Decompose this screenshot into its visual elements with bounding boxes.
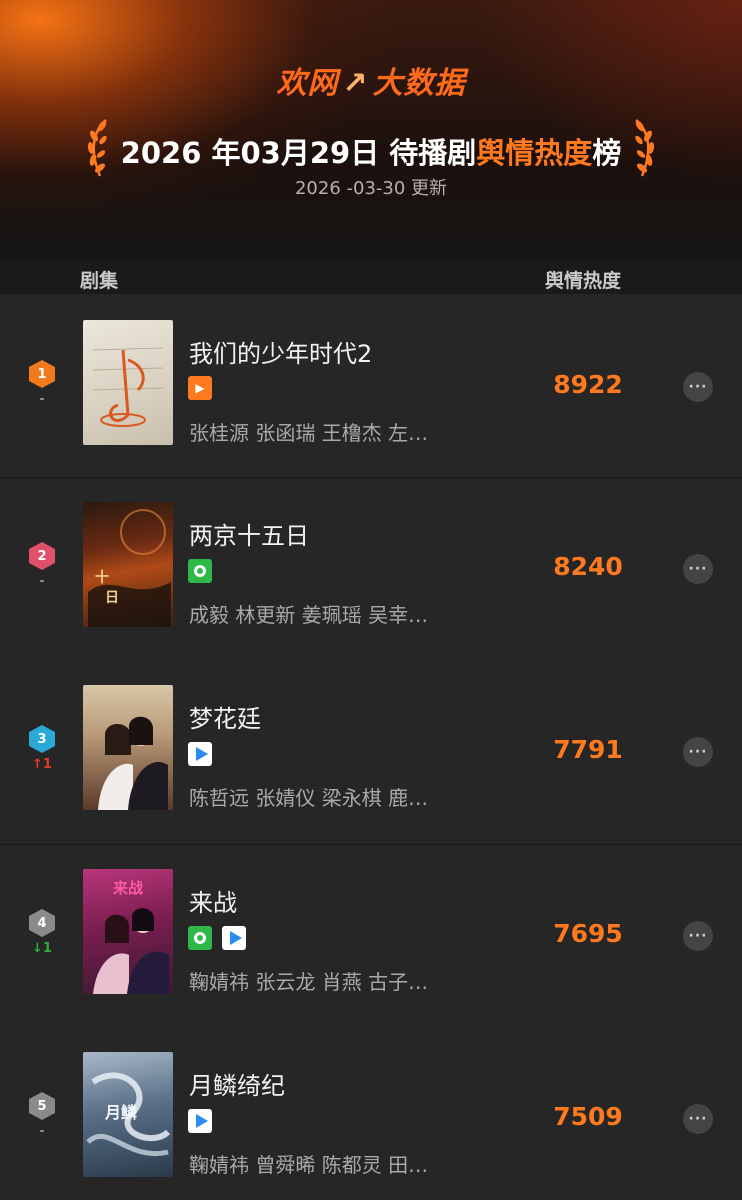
brand-arrow-icon: ↗ <box>342 66 369 101</box>
tencent-video-icon <box>188 1109 212 1133</box>
cast-list: 鞠婧祎 曾舜晞 陈都灵 田… <box>189 1153 429 1177</box>
heat-value: 7509 <box>553 1102 623 1131</box>
title-prefix: 2026 年03月29日 待播剧 <box>120 136 477 170</box>
poster-art: 月鳞 <box>86 1072 171 1157</box>
platform-list: ▶ <box>188 376 212 400</box>
rank-badge: 1 <box>29 360 55 388</box>
svg-text:十: 十 <box>95 569 109 586</box>
poster-image[interactable]: 月鳞 <box>83 1052 173 1177</box>
ranking-row[interactable]: 3 ↑1 梦花廷 陈哲远 张婧仪 梁永棋 鹿… 7791 ··· <box>0 661 742 844</box>
more-button[interactable]: ··· <box>683 1104 713 1134</box>
cast-list: 成毅 林更新 姜珮瑶 吴幸… <box>189 603 429 627</box>
brand-logo: 欢网 ↗ 大数据 <box>0 58 742 102</box>
platform-list <box>188 742 212 766</box>
series-title[interactable]: 月鳞绮纪 <box>189 1066 285 1101</box>
series-title[interactable]: 两京十五日 <box>189 516 309 551</box>
poster-image[interactable] <box>83 320 173 445</box>
cast-list: 张桂源 张函瑞 王橹杰 左… <box>189 421 429 445</box>
poster-image[interactable]: 十 日 <box>83 502 173 627</box>
rank-change: ↓1 <box>32 941 52 956</box>
poster-art: 来战 <box>93 879 169 994</box>
column-series-label: 剧集 <box>80 270 119 292</box>
series-title[interactable]: 我们的少年时代2 <box>189 334 372 369</box>
rank-badge: 4 <box>29 909 55 937</box>
update-time: 2026 -03-30 更新 <box>294 178 448 199</box>
cast-list: 陈哲远 张婧仪 梁永棋 鹿… <box>189 786 429 810</box>
cast-list: 鞠婧祎 张云龙 肖燕 古子… <box>189 970 429 994</box>
heat-value: 8922 <box>553 370 623 399</box>
page-title: 2026 年03月29日 待播剧舆情热度榜 <box>0 130 742 172</box>
rank-badge: 3 <box>29 725 55 753</box>
rank-change: - <box>39 1124 45 1139</box>
series-title[interactable]: 来战 <box>189 883 237 918</box>
poster-art: 十 日 <box>88 509 171 627</box>
column-heat-label: 舆情热度 <box>545 270 622 292</box>
poster-image[interactable] <box>83 685 173 810</box>
svg-text:日: 日 <box>105 590 119 606</box>
rank-change: - <box>39 574 45 589</box>
tencent-video-icon <box>188 742 212 766</box>
rank-change: - <box>39 392 45 407</box>
platform-list <box>188 1109 212 1133</box>
series-title[interactable]: 梦花廷 <box>189 699 261 734</box>
poster-art <box>98 716 168 810</box>
brand-right-text: 大数据 <box>372 66 466 101</box>
ranking-row[interactable]: 4 ↓1 来战 来战 鞠婧祎 张云龙 肖燕 古子… 7695 ··· <box>0 845 742 1028</box>
svg-text:月鳞: 月鳞 <box>104 1103 138 1122</box>
more-button[interactable]: ··· <box>683 554 713 584</box>
title-highlight: 舆情热度 <box>476 136 593 170</box>
heat-value: 8240 <box>553 552 623 581</box>
header-banner: 欢网 ↗ 大数据 2026 年03月29日 待播剧舆情热度榜 2026 -03-30… <box>0 0 742 262</box>
rank-change: ↑1 <box>32 757 52 772</box>
heat-value: 7695 <box>553 919 623 948</box>
more-button[interactable]: ··· <box>683 737 713 767</box>
poster-image[interactable]: 来战 <box>83 869 173 994</box>
heat-value: 7791 <box>553 735 623 764</box>
ranking-row[interactable]: 1 - 我们的少年时代2 ▶ 张桂源 张函瑞 王橹杰 左… 8922 ··· <box>0 294 742 477</box>
poster-art <box>92 347 164 427</box>
more-button[interactable]: ··· <box>683 921 713 951</box>
ranking-row[interactable]: 5 - 月鳞 月鳞绮纪 鞠婧祎 曾舜晞 陈都灵 田… 7509 ··· <box>0 1028 742 1200</box>
rank-badge: 2 <box>29 542 55 570</box>
iqiyi-icon <box>188 926 212 950</box>
tencent-video-icon <box>222 926 246 950</box>
title-suffix: 榜 <box>592 136 622 170</box>
brand-left-text: 欢网 <box>276 66 339 101</box>
platform-list <box>188 926 246 950</box>
svg-text:来战: 来战 <box>112 879 143 897</box>
rank-badge: 5 <box>29 1092 55 1120</box>
column-header: 剧集 舆情热度 <box>0 262 742 294</box>
ranking-row[interactable]: 2 - 十 日 两京十五日 成毅 林更新 姜珮瑶 吴幸… 8240 ··· <box>0 478 742 661</box>
iqiyi-icon <box>188 559 212 583</box>
platform-list <box>188 559 212 583</box>
mango-tv-icon: ▶ <box>188 376 212 400</box>
more-button[interactable]: ··· <box>683 372 713 402</box>
